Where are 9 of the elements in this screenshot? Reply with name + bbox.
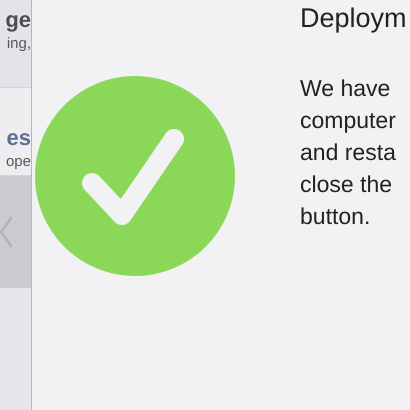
chevron-icon[interactable]	[0, 216, 12, 248]
message-line: and resta	[300, 138, 397, 167]
dialog-title: Deploym	[300, 2, 407, 34]
message-line: We have	[300, 74, 392, 103]
message-line: button.	[300, 202, 372, 231]
sidebar-item[interactable]: es ope	[0, 88, 31, 176]
message-line: computer	[300, 106, 397, 135]
sidebar-item[interactable]: ge ing,	[0, 0, 31, 88]
message-line: close the	[300, 170, 394, 199]
